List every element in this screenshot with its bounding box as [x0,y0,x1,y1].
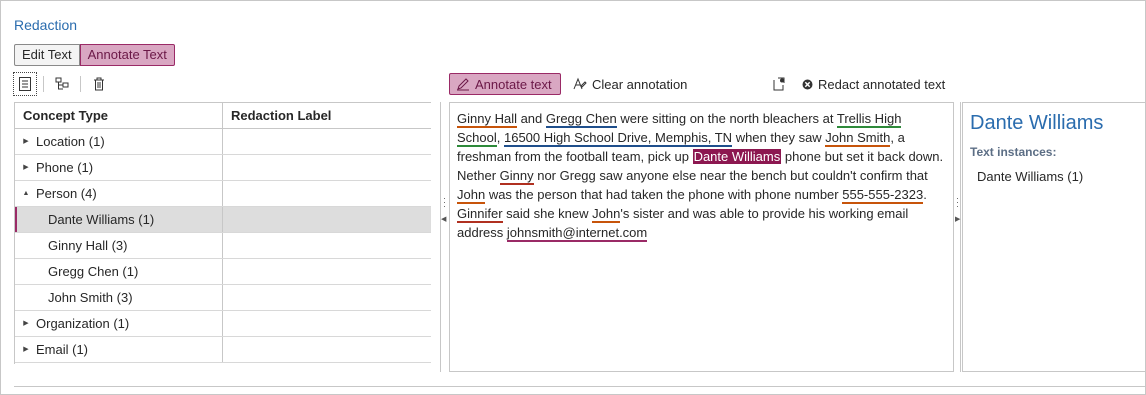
collapse-left-arrow-icon[interactable]: ◀ [441,215,446,223]
annotation-person[interactable]: Ginnifer [457,206,503,223]
expand-caret-icon[interactable]: ▶ [21,311,31,336]
row-label: Organization (1) [36,316,130,331]
left-splitter[interactable] [440,102,441,372]
document-text: when they saw [732,130,826,145]
table-row[interactable]: Ginny Hall (3) [15,233,431,259]
annotation-person-selected[interactable]: Dante Williams [692,149,782,164]
document-text: said she knew [502,206,593,221]
left-toolbar [13,72,110,96]
table-row-selected[interactable]: Dante Williams (1) [15,207,431,233]
row-label: Gregg Chen (1) [48,264,139,279]
table-row[interactable]: ▶ Location (1) [15,129,431,155]
annotation-person[interactable]: John [457,187,486,204]
text-instances-label: Text instances: [970,145,1057,159]
text-instance-item[interactable]: Dante Williams (1) [970,169,1139,184]
annotation-person[interactable]: John Smith [825,130,891,147]
close-circle-icon [802,79,813,89]
annotation-person[interactable]: Ginny [499,168,534,185]
splitter-grip-icon[interactable]: · · · [443,194,446,211]
column-header-concept-type[interactable]: Concept Type [15,103,223,128]
row-label: Email (1) [36,342,89,357]
clear-annotation-label: Clear annotation [592,76,688,92]
expand-caret-icon[interactable]: ▶ [21,337,31,362]
collapse-caret-icon[interactable]: ▲ [21,181,31,206]
annotate-text-label: Annotate text [475,76,552,92]
collapse-right-arrow-icon[interactable]: ▶ [955,215,960,223]
row-label: Ginny Hall (3) [48,238,128,253]
table-row[interactable]: ▶ Email (1) [15,337,431,363]
right-splitter[interactable] [960,102,961,372]
row-label: Location (1) [36,134,105,149]
mode-toggle: Edit Text Annotate Text [14,44,175,66]
table-header: Concept Type Redaction Label [15,103,431,129]
table-row[interactable]: Gregg Chen (1) [15,259,431,285]
annotation-person[interactable]: Gregg Chen [545,111,617,128]
table-row[interactable]: ▶ Organization (1) [15,311,431,337]
row-label: Dante Williams (1) [48,212,155,227]
table-row[interactable]: John Smith (3) [15,285,431,311]
redact-annotated-text-button[interactable]: Redact annotated text [802,73,945,95]
redact-annotated-text-label: Redact annotated text [818,76,946,92]
hierarchy-icon[interactable] [51,73,73,95]
detail-panel: Dante Williams Text instances: Dante Wil… [962,102,1146,372]
row-label: John Smith (3) [48,290,133,305]
splitter-grip-icon[interactable]: · · · [956,194,959,211]
annotation-person[interactable]: John [592,206,621,223]
table-row[interactable]: ▶ Phone (1) [15,155,431,181]
document-text: nor Gregg saw anyone else near the bench… [533,168,928,183]
export-icon[interactable] [772,73,786,95]
detail-title: Dante Williams [970,112,1104,134]
clear-annotation-button[interactable]: Clear annotation [573,73,687,95]
edit-text-button[interactable]: Edit Text [14,44,80,66]
annotation-person[interactable]: Ginny Hall [457,111,517,128]
page-title: Redaction [14,17,78,33]
row-label: Phone (1) [36,160,94,175]
annotation-location[interactable]: 16500 High School Drive, Memphis, TN [503,130,733,147]
document-text-area[interactable]: Ginny Hall and Gregg Chen were sitting o… [449,102,954,372]
pencil-icon [457,78,469,91]
expand-caret-icon[interactable]: ▶ [21,155,31,180]
divider [14,386,1146,387]
annotate-text-button[interactable]: Annotate text [449,73,561,95]
document-list-icon[interactable] [13,72,37,96]
toolbar-divider [43,76,44,92]
column-header-redaction-label[interactable]: Redaction Label [223,103,431,128]
trash-icon[interactable] [88,73,110,95]
document-text: . [923,187,927,202]
document-text: , [496,130,504,145]
annotation-email[interactable]: johnsmith@internet.com [506,225,648,242]
clear-annotation-icon [573,77,587,90]
annotate-text-mode-button[interactable]: Annotate Text [79,44,175,66]
concept-table: Concept Type Redaction Label ▶ Location (… [14,102,431,364]
toolbar-divider [80,76,81,92]
document-text: and [516,111,546,126]
document-text: was the person that had taken the phone … [485,187,843,202]
expand-caret-icon[interactable]: ▶ [21,129,31,154]
annotation-phone[interactable]: 555-555-2323 [842,187,924,204]
row-label: Person (4) [36,186,97,201]
table-row[interactable]: ▲ Person (4) [15,181,431,207]
document-text: were sitting on the north bleachers at [616,111,837,126]
